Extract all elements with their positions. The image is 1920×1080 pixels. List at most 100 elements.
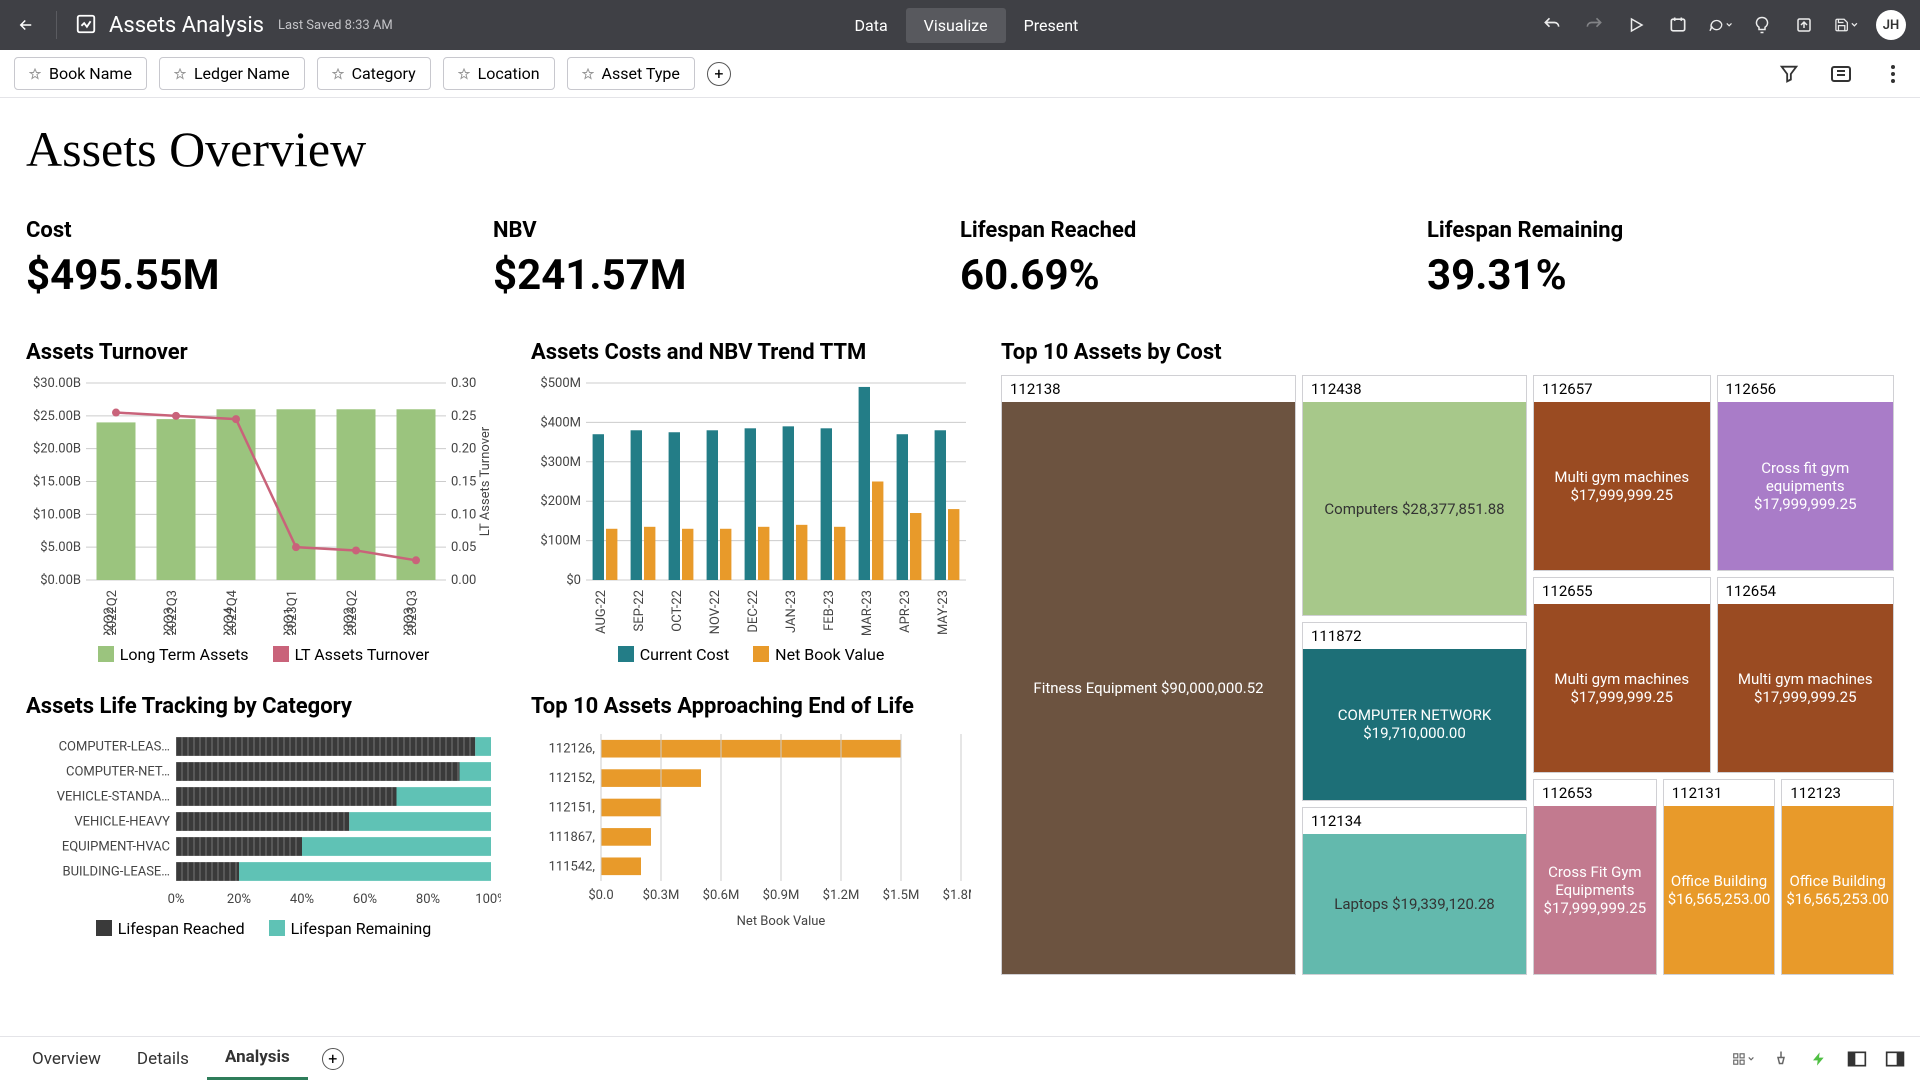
svg-text:$1.8M: $1.8M — [943, 888, 971, 903]
tab-visualize[interactable]: Visualize — [906, 8, 1006, 43]
bolt-icon[interactable] — [1808, 1048, 1830, 1070]
svg-text:LT Assets Turnover: LT Assets Turnover — [478, 426, 493, 536]
treemap-tile[interactable]: 112653 Cross Fit Gym Equipments$17,999,9… — [1533, 779, 1657, 975]
layout-left-icon[interactable] — [1846, 1048, 1868, 1070]
tile-id: 112138 — [1002, 376, 1295, 402]
svg-text:0.25: 0.25 — [451, 409, 476, 424]
tile-id: 112438 — [1303, 376, 1526, 402]
chart-title: Top 10 Assets by Cost — [1001, 340, 1894, 365]
svg-text:2022Q4: 2022Q4 — [225, 589, 240, 635]
svg-text:2023Q2: 2023Q2 — [345, 590, 360, 635]
svg-text:APR-23: APR-23 — [898, 590, 913, 633]
chip-label: Category — [352, 64, 416, 83]
add-canvas-button[interactable]: + — [322, 1048, 344, 1070]
tile-id: 111872 — [1303, 623, 1526, 649]
chart-life-tracking[interactable]: Assets Life Tracking by Category COMPUTE… — [26, 694, 501, 938]
save-icon[interactable] — [1834, 13, 1858, 37]
refresh-icon[interactable] — [1666, 13, 1690, 37]
svg-text:0%: 0% — [168, 892, 185, 907]
footer-tab-details[interactable]: Details — [119, 1039, 207, 1079]
svg-text:0.05: 0.05 — [451, 540, 476, 555]
filter-icon[interactable] — [1776, 61, 1802, 87]
svg-text:COMPUTER-LEAS…: COMPUTER-LEAS… — [59, 740, 170, 755]
filter-chip-location[interactable]: Location — [443, 57, 555, 90]
comment-icon[interactable] — [1708, 13, 1732, 37]
filter-chip-book-name[interactable]: Book Name — [14, 57, 147, 90]
chart-eol[interactable]: Top 10 Assets Approaching End of Life 11… — [531, 694, 971, 933]
redo-icon[interactable] — [1582, 13, 1606, 37]
treemap-tile[interactable]: 112654 Multi gym machines$17,999,999.25 — [1717, 577, 1895, 773]
undo-icon[interactable] — [1540, 13, 1564, 37]
tile-id: 112123 — [1782, 780, 1893, 806]
svg-text:BUILDING-LEASE…: BUILDING-LEASE… — [62, 865, 170, 880]
legend-label: Lifespan Remaining — [291, 919, 432, 938]
svg-text:SEP-22: SEP-22 — [632, 590, 647, 632]
treemap-tile[interactable]: 112134 Laptops $19,339,120.28 — [1302, 807, 1527, 975]
tile-value: $17,999,999.25 — [1570, 486, 1673, 504]
auto-insights-icon[interactable] — [1828, 61, 1854, 87]
chart-title: Assets Life Tracking by Category — [26, 694, 501, 719]
svg-text:2023Q1: 2023Q1 — [285, 590, 300, 635]
svg-text:COMPUTER-NET…: COMPUTER-NET… — [66, 765, 170, 780]
svg-text:$100M: $100M — [540, 534, 581, 549]
treemap-tile[interactable]: 112656 Cross fit gym equipments$17,999,9… — [1717, 375, 1895, 571]
tile-id: 112657 — [1534, 376, 1710, 402]
filter-bar: Book Name Ledger Name Category Location … — [0, 50, 1920, 98]
svg-text:$20.00B: $20.00B — [33, 442, 81, 457]
svg-text:$1.5M: $1.5M — [883, 888, 920, 903]
svg-text:0.30: 0.30 — [451, 376, 476, 391]
treemap-tile[interactable]: 112123 Office Building$16,565,253.00 — [1781, 779, 1894, 975]
svg-text:MAR-23: MAR-23 — [860, 590, 875, 635]
svg-text:$200M: $200M — [540, 494, 581, 509]
filter-chip-ledger-name[interactable]: Ledger Name — [159, 57, 305, 90]
tile-label: Multi gym machines — [1554, 670, 1689, 688]
filter-chip-category[interactable]: Category — [317, 57, 431, 90]
chart-costs-nbv[interactable]: Assets Costs and NBV Trend TTM $0$100M$2… — [531, 340, 971, 664]
treemap-tile[interactable]: 112131 Office Building$16,565,253.00 — [1663, 779, 1776, 975]
tile-value: $17,999,999.25 — [1754, 495, 1857, 513]
chart-title: Assets Turnover — [26, 340, 501, 365]
chip-label: Location — [478, 64, 540, 83]
bulb-icon[interactable] — [1750, 13, 1774, 37]
chart-top10-cost[interactable]: Top 10 Assets by Cost 112138 Fitness Equ… — [1001, 340, 1894, 975]
export-icon[interactable] — [1792, 13, 1816, 37]
svg-text:$0.6M: $0.6M — [703, 888, 740, 903]
treemap-tile[interactable]: 112138 Fitness Equipment $90,000,000.52 — [1001, 375, 1296, 975]
pin-icon[interactable] — [1770, 1048, 1792, 1070]
canvas: Assets Overview Cost $495.55M NBV $241.5… — [0, 98, 1920, 1036]
svg-text:$500M: $500M — [540, 376, 581, 391]
svg-text:0.10: 0.10 — [451, 507, 476, 522]
footer-tab-analysis[interactable]: Analysis — [207, 1037, 308, 1080]
tile-value: $16,565,253.00 — [1786, 890, 1889, 908]
tile-label: Fitness Equipment $90,000,000.52 — [1033, 679, 1263, 697]
svg-text:$400M: $400M — [540, 415, 581, 430]
back-button[interactable] — [14, 13, 38, 37]
svg-text:2022Q3: 2022Q3 — [165, 590, 180, 635]
tab-present[interactable]: Present — [1006, 8, 1097, 43]
workbook-title: Assets Analysis — [109, 13, 264, 38]
legend-label: Net Book Value — [775, 645, 884, 664]
svg-text:$30.00B: $30.00B — [33, 376, 81, 391]
kpi-lifespan-remaining: Lifespan Remaining 39.31% — [1427, 218, 1894, 300]
svg-text:0.00: 0.00 — [451, 573, 476, 588]
chip-label: Asset Type — [602, 64, 680, 83]
chart-assets-turnover[interactable]: Assets Turnover $0.00B$5.00B$10.00B$15.0… — [26, 340, 501, 664]
treemap-tile[interactable]: 112657 Multi gym machines$17,999,999.25 — [1533, 375, 1711, 571]
kpi-label: Cost — [26, 218, 493, 243]
more-icon[interactable] — [1880, 61, 1906, 87]
svg-text:112152,: 112152, — [549, 771, 595, 786]
tab-data[interactable]: Data — [837, 8, 906, 43]
kpi-value: $495.55M — [26, 251, 493, 300]
svg-text:0.15: 0.15 — [451, 475, 476, 490]
treemap-tile[interactable]: 112655 Multi gym machines$17,999,999.25 — [1533, 577, 1711, 773]
treemap-tile[interactable]: 111872 COMPUTER NETWORK$19,710,000.00 — [1302, 622, 1527, 801]
footer-tab-overview[interactable]: Overview — [14, 1039, 119, 1079]
grid-icon[interactable] — [1732, 1048, 1754, 1070]
treemap-tile[interactable]: 112438 Computers $28,377,851.88 — [1302, 375, 1527, 616]
play-icon[interactable] — [1624, 13, 1648, 37]
svg-text:40%: 40% — [290, 892, 314, 907]
layout-right-icon[interactable] — [1884, 1048, 1906, 1070]
user-avatar[interactable]: JH — [1876, 10, 1906, 40]
filter-chip-asset-type[interactable]: Asset Type — [567, 57, 695, 90]
add-filter-button[interactable]: + — [707, 62, 731, 86]
